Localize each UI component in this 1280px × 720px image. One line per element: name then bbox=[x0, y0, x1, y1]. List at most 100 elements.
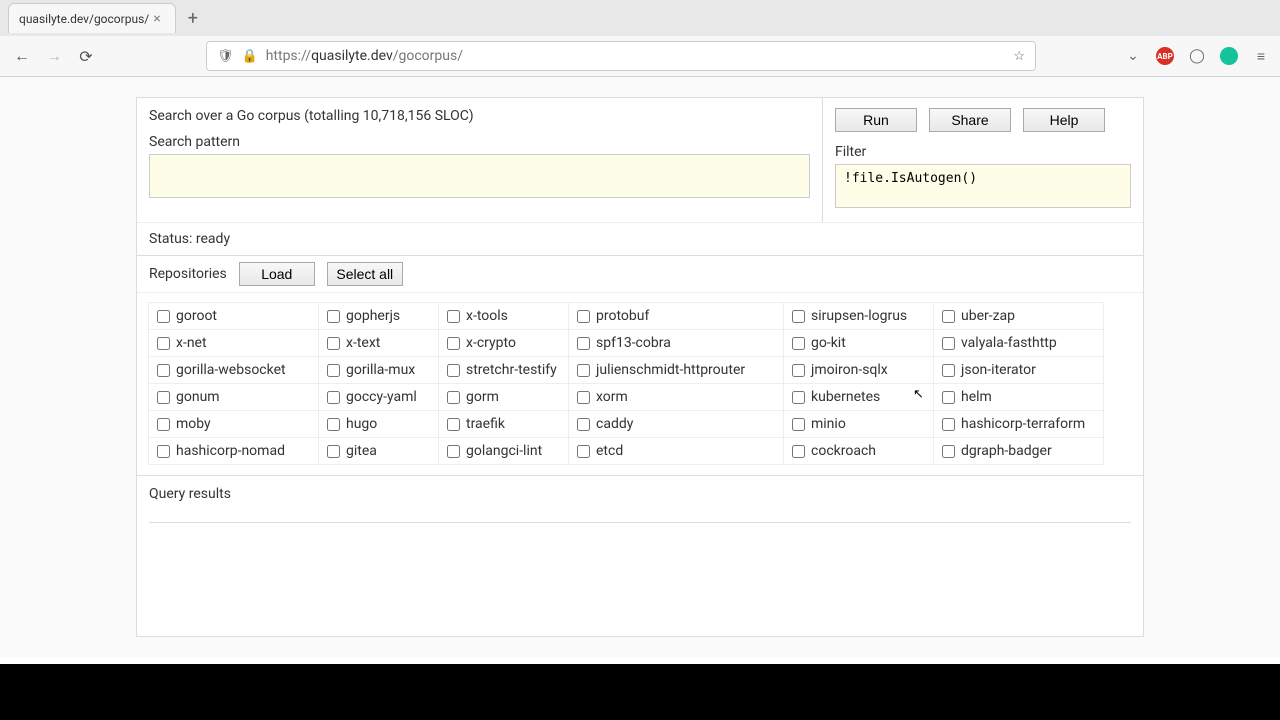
repo-helm[interactable]: helm bbox=[933, 383, 1104, 411]
repo-x-crypto[interactable]: x-crypto bbox=[438, 329, 569, 357]
repo-traefik[interactable]: traefik bbox=[438, 410, 569, 438]
repo-checkbox-etcd[interactable] bbox=[577, 445, 590, 458]
repo-checkbox-gorilla-websocket[interactable] bbox=[157, 364, 170, 377]
repo-label: hashicorp-terraform bbox=[961, 416, 1085, 432]
repo-jmoiron-sqlx[interactable]: jmoiron-sqlx bbox=[783, 356, 934, 384]
repo-checkbox-gorilla-mux[interactable] bbox=[327, 364, 340, 377]
search-pattern-input[interactable] bbox=[149, 154, 810, 198]
repo-checkbox-json-iterator[interactable] bbox=[942, 364, 955, 377]
repo-checkbox-caddy[interactable] bbox=[577, 418, 590, 431]
repo-xorm[interactable]: xorm bbox=[568, 383, 784, 411]
repo-gitea[interactable]: gitea bbox=[318, 437, 439, 465]
repo-gopherjs[interactable]: gopherjs bbox=[318, 302, 439, 330]
repo-etcd[interactable]: etcd bbox=[568, 437, 784, 465]
repo-caddy[interactable]: caddy bbox=[568, 410, 784, 438]
help-button[interactable]: Help bbox=[1023, 108, 1105, 132]
repo-checkbox-gitea[interactable] bbox=[327, 445, 340, 458]
extension-icon[interactable]: ◯ bbox=[1188, 47, 1206, 65]
repo-hugo[interactable]: hugo bbox=[318, 410, 439, 438]
repo-checkbox-uber-zap[interactable] bbox=[942, 310, 955, 323]
adblock-icon[interactable]: ABP bbox=[1156, 47, 1174, 65]
repo-checkbox-helm[interactable] bbox=[942, 391, 955, 404]
repo-checkbox-goroot[interactable] bbox=[157, 310, 170, 323]
bookmark-icon[interactable]: ☆ bbox=[1013, 49, 1025, 64]
repo-uber-zap[interactable]: uber-zap bbox=[933, 302, 1104, 330]
repo-checkbox-dgraph-badger[interactable] bbox=[942, 445, 955, 458]
repo-checkbox-x-text[interactable] bbox=[327, 337, 340, 350]
repo-julienschmidt-httprouter[interactable]: julienschmidt-httprouter bbox=[568, 356, 784, 384]
repo-checkbox-x-crypto[interactable] bbox=[447, 337, 460, 350]
repo-checkbox-stretchr-testify[interactable] bbox=[447, 364, 460, 377]
repo-kubernetes[interactable]: kubernetes bbox=[783, 383, 934, 411]
forward-button[interactable]: → bbox=[42, 44, 66, 68]
close-icon[interactable]: × bbox=[149, 11, 164, 27]
repo-hashicorp-nomad[interactable]: hashicorp-nomad bbox=[148, 437, 319, 465]
repo-label: hashicorp-nomad bbox=[176, 443, 285, 459]
repo-checkbox-hugo[interactable] bbox=[327, 418, 340, 431]
repo-checkbox-hashicorp-nomad[interactable] bbox=[157, 445, 170, 458]
repo-gonum[interactable]: gonum bbox=[148, 383, 319, 411]
repo-checkbox-gonum[interactable] bbox=[157, 391, 170, 404]
repo-checkbox-x-net[interactable] bbox=[157, 337, 170, 350]
repo-sirupsen-logrus[interactable]: sirupsen-logrus bbox=[783, 302, 934, 330]
repo-cockroach[interactable]: cockroach bbox=[783, 437, 934, 465]
repo-protobuf[interactable]: protobuf bbox=[568, 302, 784, 330]
repo-x-net[interactable]: x-net bbox=[148, 329, 319, 357]
repo-checkbox-goccy-yaml[interactable] bbox=[327, 391, 340, 404]
repo-goccy-yaml[interactable]: goccy-yaml bbox=[318, 383, 439, 411]
repo-checkbox-jmoiron-sqlx[interactable] bbox=[792, 364, 805, 377]
run-button[interactable]: Run bbox=[835, 108, 917, 132]
new-tab-button[interactable]: + bbox=[176, 8, 210, 29]
load-button[interactable]: Load bbox=[239, 262, 315, 286]
repo-checkbox-gopherjs[interactable] bbox=[327, 310, 340, 323]
repo-checkbox-xorm[interactable] bbox=[577, 391, 590, 404]
browser-tab[interactable]: quasilyte.dev/gocorpus/ × bbox=[8, 3, 176, 33]
share-button[interactable]: Share bbox=[929, 108, 1011, 132]
repo-checkbox-gorm[interactable] bbox=[447, 391, 460, 404]
repo-gorm[interactable]: gorm bbox=[438, 383, 569, 411]
repo-label: json-iterator bbox=[961, 362, 1036, 378]
filter-input[interactable] bbox=[835, 164, 1131, 208]
repo-spf13-cobra[interactable]: spf13-cobra bbox=[568, 329, 784, 357]
repo-dgraph-badger[interactable]: dgraph-badger bbox=[933, 437, 1104, 465]
repo-checkbox-protobuf[interactable] bbox=[577, 310, 590, 323]
repo-checkbox-spf13-cobra[interactable] bbox=[577, 337, 590, 350]
repo-checkbox-cockroach[interactable] bbox=[792, 445, 805, 458]
repo-checkbox-moby[interactable] bbox=[157, 418, 170, 431]
reload-button[interactable]: ⟳ bbox=[74, 44, 98, 68]
repo-minio[interactable]: minio bbox=[783, 410, 934, 438]
repo-x-tools[interactable]: x-tools bbox=[438, 302, 569, 330]
menu-icon[interactable]: ≡ bbox=[1252, 47, 1270, 65]
repo-checkbox-kubernetes[interactable] bbox=[792, 391, 805, 404]
repo-x-text[interactable]: x-text bbox=[318, 329, 439, 357]
repo-go-kit[interactable]: go-kit bbox=[783, 329, 934, 357]
repo-checkbox-minio[interactable] bbox=[792, 418, 805, 431]
repo-golangci-lint[interactable]: golangci-lint bbox=[438, 437, 569, 465]
repo-label: minio bbox=[811, 416, 846, 432]
repo-checkbox-go-kit[interactable] bbox=[792, 337, 805, 350]
url-bar[interactable]: 🛡 🔒 https://quasilyte.dev/gocorpus/ ☆ bbox=[206, 41, 1036, 71]
repositories-label: Repositories bbox=[149, 266, 227, 282]
repo-json-iterator[interactable]: json-iterator bbox=[933, 356, 1104, 384]
repo-goroot[interactable]: goroot bbox=[148, 302, 319, 330]
repo-checkbox-hashicorp-terraform[interactable] bbox=[942, 418, 955, 431]
repo-checkbox-valyala-fasthttp[interactable] bbox=[942, 337, 955, 350]
url-text: https://quasilyte.dev/gocorpus/ bbox=[266, 48, 1006, 64]
repo-gorilla-websocket[interactable]: gorilla-websocket bbox=[148, 356, 319, 384]
repo-gorilla-mux[interactable]: gorilla-mux bbox=[318, 356, 439, 384]
grammarly-icon[interactable] bbox=[1220, 47, 1238, 65]
repo-checkbox-julienschmidt-httprouter[interactable] bbox=[577, 364, 590, 377]
back-button[interactable]: ← bbox=[10, 44, 34, 68]
pocket-icon[interactable]: ⌄ bbox=[1124, 47, 1142, 65]
repo-grid: gorootgopherjsx-toolsprotobufsirupsen-lo… bbox=[137, 292, 1143, 475]
repo-label: etcd bbox=[596, 443, 623, 459]
repo-checkbox-golangci-lint[interactable] bbox=[447, 445, 460, 458]
repo-checkbox-x-tools[interactable] bbox=[447, 310, 460, 323]
repo-valyala-fasthttp[interactable]: valyala-fasthttp bbox=[933, 329, 1104, 357]
select-all-button[interactable]: Select all bbox=[327, 262, 403, 286]
repo-hashicorp-terraform[interactable]: hashicorp-terraform bbox=[933, 410, 1104, 438]
repo-checkbox-traefik[interactable] bbox=[447, 418, 460, 431]
repo-stretchr-testify[interactable]: stretchr-testify bbox=[438, 356, 569, 384]
repo-checkbox-sirupsen-logrus[interactable] bbox=[792, 310, 805, 323]
repo-moby[interactable]: moby bbox=[148, 410, 319, 438]
